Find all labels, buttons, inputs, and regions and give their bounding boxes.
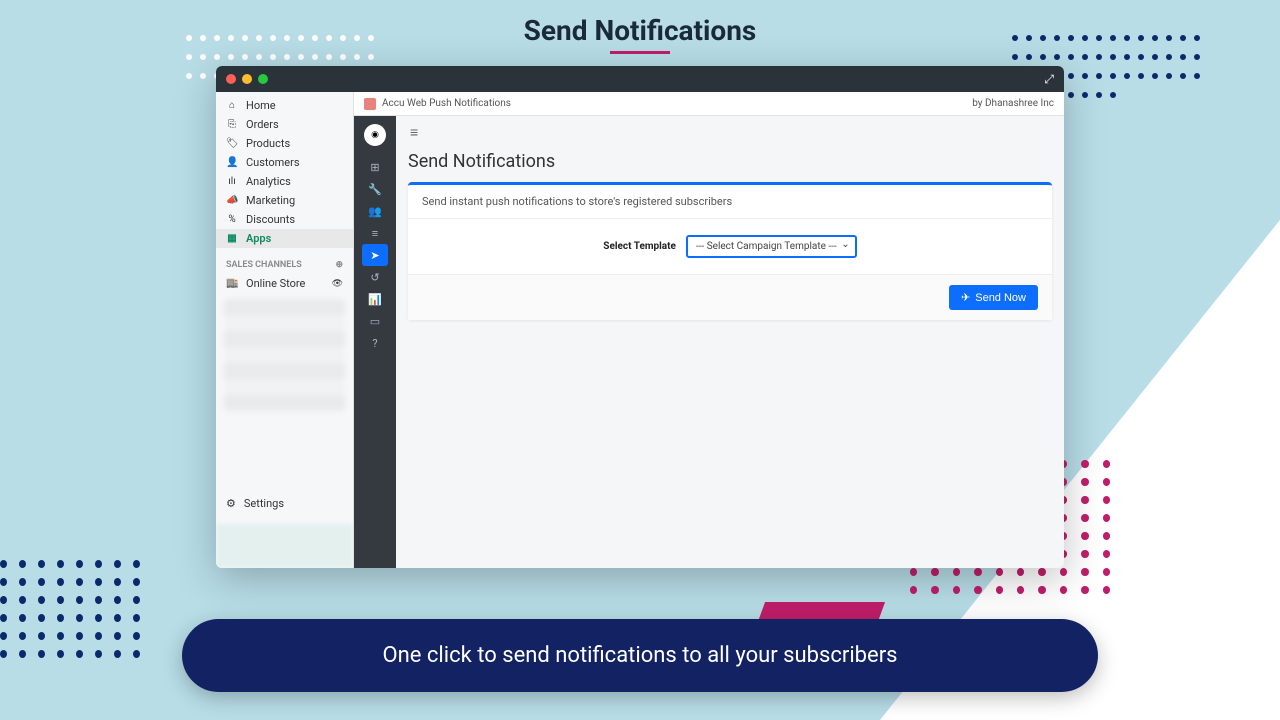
- customers-icon: 👤: [226, 157, 238, 168]
- home-icon: ⌂: [226, 100, 238, 111]
- products-icon: 🏷: [226, 138, 238, 149]
- blurred-apps-list: [224, 299, 345, 411]
- gear-icon: ⚙: [226, 497, 236, 510]
- app-round-logo: ◉: [364, 124, 386, 146]
- list-icon[interactable]: ≡: [362, 222, 388, 244]
- sidebar-item-marketing[interactable]: 📣Marketing: [216, 191, 353, 210]
- card-icon[interactable]: ▭: [362, 310, 388, 332]
- main-panel: ≡ Send Notifications Send instant push n…: [396, 116, 1064, 568]
- app-area: Accu Web Push Notifications by Dhanashre…: [354, 92, 1064, 568]
- sidebar-item-apps[interactable]: ▦Apps: [216, 229, 353, 248]
- analytics-icon: ılı: [226, 176, 238, 187]
- history-icon[interactable]: ↺: [362, 266, 388, 288]
- add-channel-icon[interactable]: ⊕: [335, 260, 343, 270]
- page-title: Send Notifications: [0, 14, 1280, 54]
- sidebar-item-analytics[interactable]: ılıAnalytics: [216, 172, 353, 191]
- hamburger-icon[interactable]: ≡: [408, 116, 1052, 149]
- sidebar-item-products[interactable]: 🏷Products: [216, 134, 353, 153]
- sidebar-footer-blur: [216, 524, 353, 568]
- minimize-icon[interactable]: [242, 74, 252, 84]
- apps-icon: ▦: [226, 233, 238, 244]
- store-icon: 🏬: [226, 278, 238, 289]
- sidebar-item-home[interactable]: ⌂Home: [216, 96, 353, 115]
- wrench-icon[interactable]: 🔧: [362, 178, 388, 200]
- sidebar-item-discounts[interactable]: %Discounts: [216, 210, 353, 229]
- users-icon[interactable]: 👥: [362, 200, 388, 222]
- paper-plane-icon: ✈: [961, 291, 970, 304]
- view-icon[interactable]: 👁: [332, 279, 343, 289]
- chart-icon[interactable]: 📊: [362, 288, 388, 310]
- send-icon[interactable]: ➤: [362, 244, 388, 266]
- select-template-dropdown[interactable]: --- Select Campaign Template ---: [686, 235, 857, 258]
- discounts-icon: %: [226, 214, 238, 225]
- app-window: ⤢ ⌂Home⎘Orders🏷Products👤CustomersılıAnal…: [216, 66, 1064, 568]
- decorative-dots-bl: for(let r=0;r<6;r++){document.write('<di…: [0, 560, 140, 660]
- help-icon[interactable]: ?: [362, 332, 388, 354]
- grid-icon[interactable]: ⊞: [362, 156, 388, 178]
- sidebar-item-settings[interactable]: ⚙ Settings: [216, 491, 353, 516]
- window-titlebar: ⤢: [216, 66, 1064, 92]
- shopify-sidebar: ⌂Home⎘Orders🏷Products👤CustomersılıAnalyt…: [216, 92, 354, 568]
- send-now-button[interactable]: ✈ Send Now: [949, 285, 1038, 310]
- orders-icon: ⎘: [226, 119, 238, 130]
- app-logo-icon: [364, 98, 376, 110]
- app-header: Accu Web Push Notifications by Dhanashre…: [354, 92, 1064, 116]
- panel-title: Send Notifications: [408, 151, 1052, 172]
- app-name: Accu Web Push Notifications: [382, 98, 511, 109]
- card-info-text: Send instant push notifications to store…: [408, 185, 1052, 219]
- notification-card: Send instant push notifications to store…: [408, 182, 1052, 320]
- sidebar-item-customers[interactable]: 👤Customers: [216, 153, 353, 172]
- expand-icon[interactable]: ⤢: [1044, 72, 1054, 87]
- icon-sidebar: ◉ ⊞🔧👥≡➤↺📊▭?: [354, 116, 396, 568]
- close-icon[interactable]: [226, 74, 236, 84]
- select-template-label: Select Template: [603, 241, 676, 252]
- sales-channels-label: SALES CHANNELS: [226, 260, 302, 270]
- sidebar-item-online-store[interactable]: 🏬 Online Store 👁: [216, 274, 353, 293]
- sidebar-item-orders[interactable]: ⎘Orders: [216, 115, 353, 134]
- maximize-icon[interactable]: [258, 74, 268, 84]
- app-vendor: by Dhanashree Inc: [972, 98, 1054, 109]
- bottom-banner: One click to send notifications to all y…: [182, 619, 1098, 692]
- marketing-icon: 📣: [226, 195, 238, 206]
